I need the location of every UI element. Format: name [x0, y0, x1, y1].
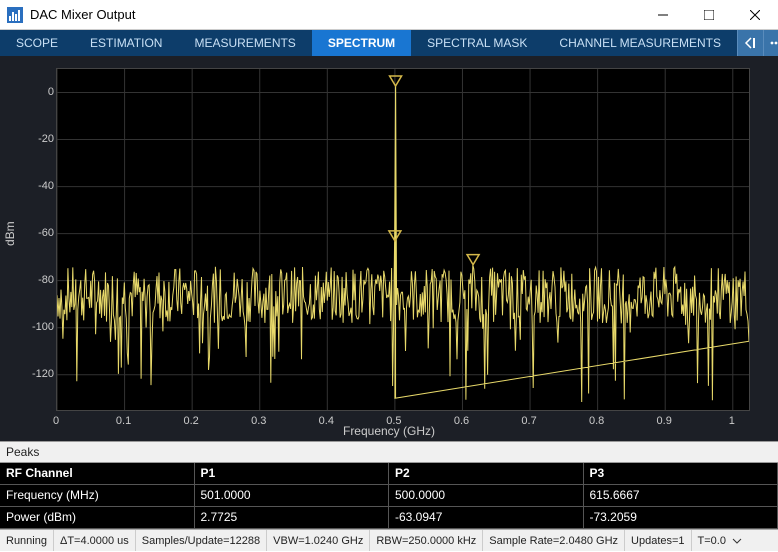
- peaks-power-row: Power (dBm) 2.7725 -63.0947 -73.2059: [0, 507, 778, 529]
- collapse-panel-icon[interactable]: [737, 30, 763, 56]
- peaks-header-p3: P3: [584, 463, 778, 484]
- peaks-freq-label: Frequency (MHz): [0, 485, 195, 506]
- tab-estimation[interactable]: ESTIMATION: [74, 30, 178, 56]
- app-icon: [6, 6, 24, 24]
- status-dropdown-icon[interactable]: [732, 536, 742, 546]
- peaks-freq-p1: 501.0000: [195, 485, 390, 506]
- close-button[interactable]: [732, 0, 778, 30]
- status-rate: Sample Rate=2.0480 GHz: [483, 530, 625, 551]
- tabbar: SCOPE ESTIMATION MEASUREMENTS SPECTRUM S…: [0, 30, 778, 56]
- status-t: T=0.0: [692, 530, 732, 551]
- minimize-button[interactable]: [640, 0, 686, 30]
- peaks-power-p2: -63.0947: [389, 507, 584, 528]
- peaks-freq-p3: 615.6667: [584, 485, 778, 506]
- tab-channel-measurements[interactable]: CHANNEL MEASUREMENTS: [543, 30, 737, 56]
- status-vbw: VBW=1.0240 GHz: [267, 530, 370, 551]
- status-updates: Updates=1: [625, 530, 692, 551]
- status-samples: Samples/Update=12288: [136, 530, 267, 551]
- tab-scope[interactable]: SCOPE: [0, 30, 74, 56]
- spectrum-plot[interactable]: dBm Frequency (GHz) 00.10.20.30.40.50.60…: [0, 56, 778, 441]
- status-rbw: RBW=250.0000 kHz: [370, 530, 483, 551]
- peaks-header-rf: RF Channel: [0, 463, 195, 484]
- more-options-icon[interactable]: [763, 30, 778, 56]
- maximize-button[interactable]: [686, 0, 732, 30]
- tab-spectrum[interactable]: SPECTRUM: [312, 30, 411, 56]
- peaks-freq-p2: 500.0000: [389, 485, 584, 506]
- peaks-header-p1: P1: [195, 463, 390, 484]
- peaks-table: RF Channel P1 P2 P3 Frequency (MHz) 501.…: [0, 463, 778, 529]
- peaks-freq-row: Frequency (MHz) 501.0000 500.0000 615.66…: [0, 485, 778, 507]
- status-dt: ΔT=4.0000 us: [54, 530, 136, 551]
- window-title: DAC Mixer Output: [30, 7, 640, 22]
- tab-spectral-mask[interactable]: SPECTRAL MASK: [411, 30, 543, 56]
- titlebar: DAC Mixer Output: [0, 0, 778, 30]
- tab-measurements[interactable]: MEASUREMENTS: [178, 30, 311, 56]
- peaks-power-p1: 2.7725: [195, 507, 390, 528]
- y-axis-label: dBm: [3, 221, 17, 246]
- status-state: Running: [0, 530, 54, 551]
- status-bar: Running ΔT=4.0000 us Samples/Update=1228…: [0, 529, 778, 551]
- peaks-power-p3: -73.2059: [584, 507, 778, 528]
- peaks-panel-title: Peaks: [0, 441, 778, 463]
- peaks-header-p2: P2: [389, 463, 584, 484]
- peaks-power-label: Power (dBm): [0, 507, 195, 528]
- peaks-header-row: RF Channel P1 P2 P3: [0, 463, 778, 485]
